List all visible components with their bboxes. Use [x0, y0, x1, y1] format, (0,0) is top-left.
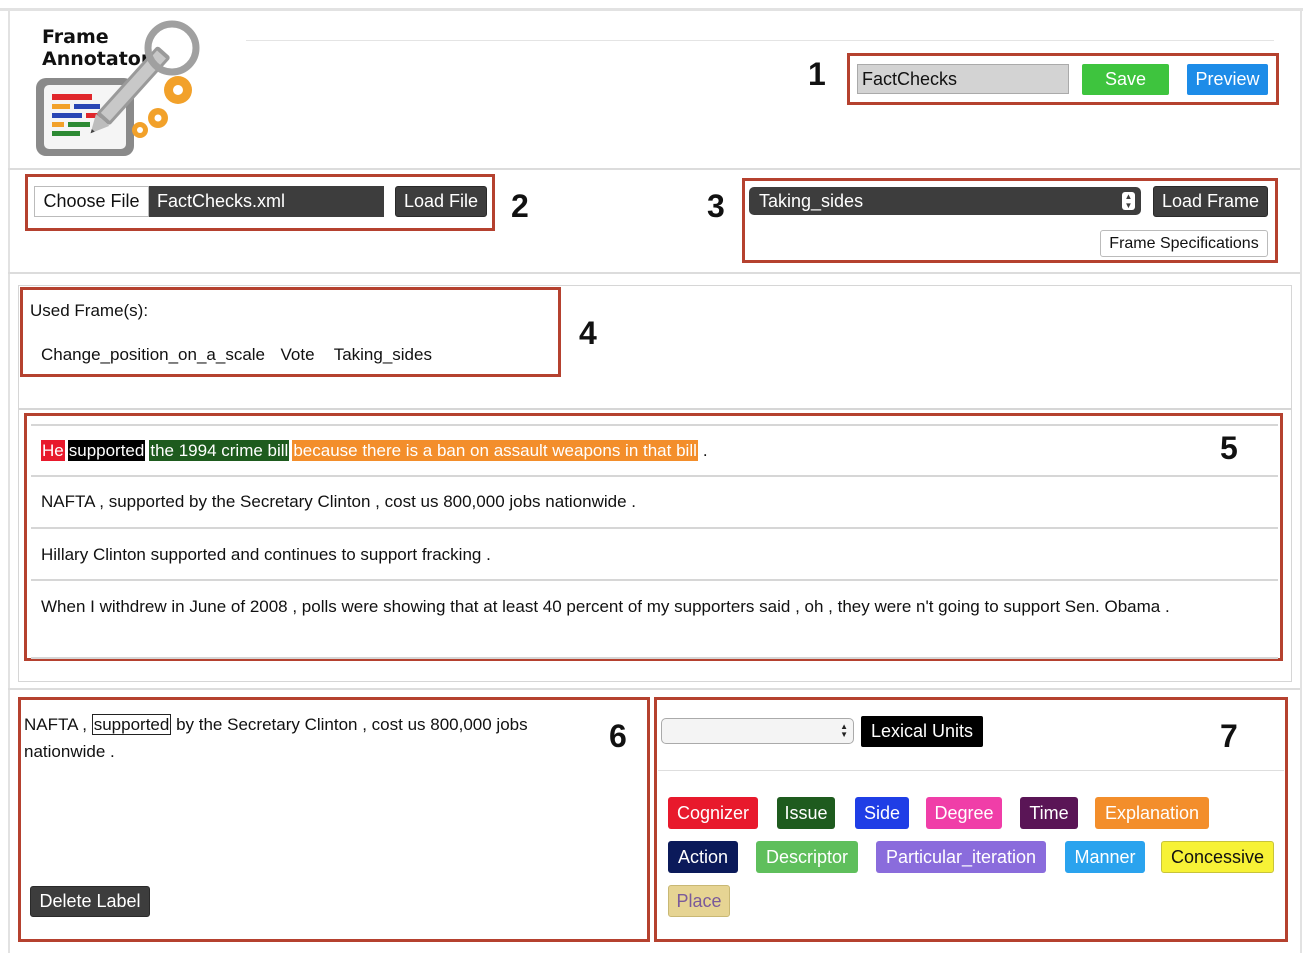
chosen-file-name: FactChecks.xml	[149, 186, 384, 217]
used-frames-title: Used Frame(s):	[30, 301, 149, 320]
annotation-number-2: 2	[511, 188, 529, 224]
lexical-unit-select[interactable]: ▲ ▼	[661, 718, 854, 744]
annotation-number-3: 3	[707, 188, 725, 224]
tag-time[interactable]: Time	[1020, 797, 1078, 829]
page-left-border	[8, 8, 10, 953]
used-frames-list: Change_position_on_a_scale Vote Taking_s…	[41, 345, 432, 365]
editor-sentence: NAFTA , supported by the Secretary Clint…	[24, 711, 589, 765]
tag-manner[interactable]: Manner	[1065, 841, 1145, 873]
frame-specifications-button[interactable]: Frame Specifications	[1100, 230, 1268, 257]
tag-degree[interactable]: Degree	[926, 797, 1002, 829]
section-divider-header	[8, 168, 1300, 170]
span-explanation[interactable]: because there is a ban on assault weapon…	[292, 440, 698, 461]
tag-place[interactable]: Place	[668, 885, 730, 917]
labels-panel-divider	[658, 770, 1284, 771]
frame-select[interactable]: Taking_sides ▲ ▼	[749, 187, 1141, 215]
tag-concessive[interactable]: Concessive	[1161, 841, 1274, 873]
save-button[interactable]: Save	[1082, 64, 1169, 95]
tag-descriptor[interactable]: Descriptor	[756, 841, 858, 873]
editor-target-word[interactable]: supported	[91, 714, 172, 735]
used-frame-item[interactable]: Vote	[280, 345, 314, 364]
choose-file-button[interactable]: Choose File	[34, 186, 149, 217]
preview-button[interactable]: Preview	[1187, 64, 1268, 95]
annotator-logo-icon	[36, 20, 200, 156]
page-right-border	[1300, 8, 1302, 953]
tag-explanation[interactable]: Explanation	[1095, 797, 1209, 829]
sentence-row-3[interactable]: Hillary Clinton supported and continues …	[31, 543, 1278, 567]
annotation-number-4: 4	[579, 315, 597, 351]
editor-text-before: NAFTA ,	[24, 715, 87, 734]
select-arrows-icon: ▲ ▼	[840, 722, 848, 739]
select-arrows-icon: ▲ ▼	[1122, 192, 1135, 210]
tag-action[interactable]: Action	[668, 841, 738, 873]
sentence-separator	[31, 579, 1278, 581]
sentence-separator	[31, 475, 1278, 477]
span-issue[interactable]: the 1994 crime bill	[149, 440, 290, 461]
filename-input[interactable]	[857, 64, 1069, 94]
section-divider-sentences	[8, 688, 1300, 690]
sentence-separator	[31, 527, 1278, 529]
app-logo: Frame Annotator	[30, 18, 220, 166]
page-top-border	[0, 8, 1303, 11]
delete-label-button[interactable]: Delete Label	[30, 886, 150, 917]
tag-particular-iteration[interactable]: Particular_iteration	[876, 841, 1046, 873]
sentence-row-4[interactable]: When I withdrew in June of 2008 , polls …	[31, 593, 1231, 620]
section-divider-loaders	[8, 272, 1300, 274]
frame-select-value: Taking_sides	[759, 190, 864, 211]
annotation-number-7: 7	[1220, 718, 1238, 754]
used-frame-item[interactable]: Change_position_on_a_scale	[41, 345, 265, 364]
load-file-button[interactable]: Load File	[395, 186, 487, 217]
tag-issue[interactable]: Issue	[777, 797, 835, 829]
choose-file-label: Choose File	[43, 191, 140, 211]
sentence-row-1[interactable]: He supported the 1994 crime bill because th…	[31, 438, 1278, 466]
span-cognizer[interactable]: He	[41, 440, 65, 461]
lexical-units-button[interactable]: Lexical Units	[861, 716, 983, 747]
load-frame-button[interactable]: Load Frame	[1153, 186, 1268, 217]
annotation-number-1: 1	[808, 56, 826, 92]
span-target[interactable]: supported	[67, 440, 146, 461]
sentence-end: .	[702, 441, 708, 460]
sentence-row-2[interactable]: NAFTA , supported by the Secretary Clint…	[31, 490, 1278, 514]
tag-cognizer[interactable]: Cognizer	[668, 797, 758, 829]
annotation-number-6: 6	[609, 718, 627, 754]
tag-side[interactable]: Side	[855, 797, 909, 829]
sentence-separator	[31, 424, 1278, 426]
header-divider	[246, 40, 1274, 41]
sentence-separator	[31, 657, 1278, 659]
used-frame-item[interactable]: Taking_sides	[334, 345, 432, 364]
